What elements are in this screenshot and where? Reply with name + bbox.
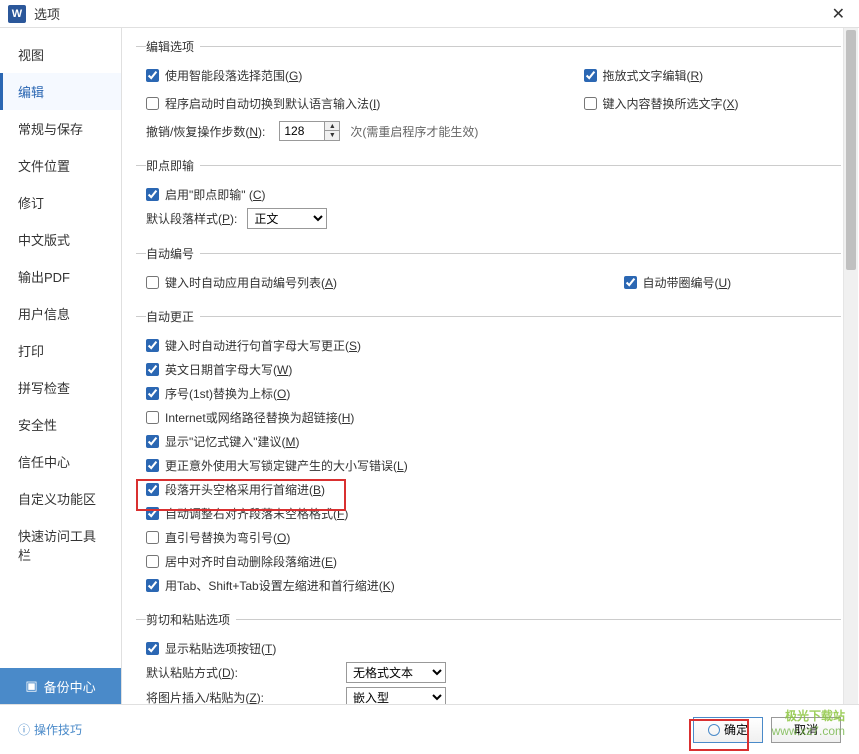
sidebar-item-print[interactable]: 打印	[0, 332, 121, 369]
default-style-select[interactable]: 正文	[247, 208, 327, 229]
checkbox-indent-empty[interactable]: 段落开头空格采用行首缩进(B)	[146, 481, 325, 498]
sidebar-item-trust-center[interactable]: 信任中心	[0, 443, 121, 480]
app-icon: W	[8, 5, 26, 23]
checkbox-cap-day[interactable]: 英文日期首字母大写(W)	[146, 361, 292, 378]
checkbox-enable-click-type[interactable]: 启用"即点即输" (C)	[146, 186, 266, 203]
sidebar-item-user-info[interactable]: 用户信息	[0, 295, 121, 332]
section-auto-number: 自动编号 键入时自动应用自动编号列表(A) 自动带圈编号(U)	[136, 245, 841, 298]
sidebar-item-general-save[interactable]: 常规与保存	[0, 110, 121, 147]
undo-spinner[interactable]: ▲▼	[325, 121, 340, 141]
checkbox-capslock-fix[interactable]: 更正意外使用大写锁定键产生的大小写错误(L)	[146, 457, 408, 474]
checkbox-auto-ime[interactable]: 程序启动时自动切换到默认语言输入法(I)	[146, 95, 380, 112]
sidebar-item-customize-ribbon[interactable]: 自定义功能区	[0, 480, 121, 517]
sidebar: 视图 编辑 常规与保存 文件位置 修订 中文版式 输出PDF 用户信息 打印 拼…	[0, 28, 122, 704]
insert-picture-select[interactable]: 嵌入型	[346, 687, 446, 704]
legend-click-type: 即点即输	[146, 157, 200, 174]
default-paste-label: 默认粘贴方式(D):	[146, 664, 270, 681]
checkbox-center-del-indent[interactable]: 居中对齐时自动删除段落缩进(E)	[146, 553, 337, 570]
tips-label: 操作技巧	[34, 721, 82, 738]
checkbox-smart-quotes[interactable]: 直引号替换为弯引号(O)	[146, 529, 290, 546]
checkbox-cap-first[interactable]: 键入时自动进行句首字母大写更正(S)	[146, 337, 361, 354]
undo-steps-input[interactable]	[279, 121, 325, 141]
checkbox-memory-input[interactable]: 显示"记忆式键入"建议(M)	[146, 433, 300, 450]
checkbox-drag-edit[interactable]: 拖放式文字编辑(R)	[584, 67, 704, 84]
scrollbar[interactable]	[843, 28, 858, 704]
backup-center-button[interactable]: ▣ 备份中心	[0, 668, 121, 704]
tips-link[interactable]: ⓘ 操作技巧	[18, 721, 82, 738]
ok-button[interactable]: 确定	[693, 717, 763, 743]
sidebar-item-revision[interactable]: 修订	[0, 184, 121, 221]
titlebar: W 选项 ✕	[0, 0, 859, 28]
sidebar-item-file-location[interactable]: 文件位置	[0, 147, 121, 184]
close-icon[interactable]: ✕	[826, 4, 851, 24]
section-click-type: 即点即输 启用"即点即输" (C) 默认段落样式(P): 正文	[136, 157, 841, 235]
section-edit-options: 编辑选项 使用智能段落选择范围(G) 拖放式文字编辑(R) 程序启动时自动切换到…	[136, 38, 841, 147]
insert-picture-label: 将图片插入/粘贴为(Z):	[146, 689, 270, 704]
checkbox-ordinal[interactable]: 序号(1st)替换为上标(O)	[146, 385, 290, 402]
default-paste-select[interactable]: 无格式文本	[346, 662, 446, 683]
window-title: 选项	[34, 4, 826, 23]
sidebar-item-edit[interactable]: 编辑	[0, 73, 121, 110]
legend-auto-number: 自动编号	[146, 245, 200, 262]
scrollbar-thumb[interactable]	[846, 30, 856, 270]
legend-auto-correct: 自动更正	[146, 308, 200, 325]
ok-icon	[708, 724, 720, 736]
section-auto-correct: 自动更正 键入时自动进行句首字母大写更正(S) 英文日期首字母大写(W) 序号(…	[136, 308, 841, 601]
undo-steps-label: 撤销/恢复操作步数(N):	[146, 123, 265, 140]
checkbox-replace-selection[interactable]: 键入内容替换所选文字(X)	[584, 95, 739, 112]
sidebar-item-quick-access[interactable]: 快速访问工具栏	[0, 517, 121, 573]
cancel-button[interactable]: 取消	[771, 717, 841, 743]
checkbox-circle-number[interactable]: 自动带圈编号(U)	[624, 274, 732, 291]
checkbox-align-space[interactable]: 自动调整右对齐段落末空格格式(F)	[146, 505, 348, 522]
content-panel: 编辑选项 使用智能段落选择范围(G) 拖放式文字编辑(R) 程序启动时自动切换到…	[122, 28, 859, 704]
checkbox-auto-number-list[interactable]: 键入时自动应用自动编号列表(A)	[146, 274, 337, 291]
backup-icon: ▣	[25, 678, 37, 694]
tips-icon: ⓘ	[18, 721, 30, 738]
backup-label: 备份中心	[44, 677, 96, 696]
sidebar-item-spellcheck[interactable]: 拼写检查	[0, 369, 121, 406]
checkbox-smart-select[interactable]: 使用智能段落选择范围(G)	[146, 67, 302, 84]
legend-cut-paste: 剪切和粘贴选项	[146, 611, 236, 628]
checkbox-show-paste-options[interactable]: 显示粘贴选项按钮(T)	[146, 640, 276, 657]
sidebar-item-view[interactable]: 视图	[0, 36, 121, 73]
checkbox-tab-indent[interactable]: 用Tab、Shift+Tab设置左缩进和首行缩进(K)	[146, 577, 395, 594]
section-cut-paste: 剪切和粘贴选项 显示粘贴选项按钮(T) 默认粘贴方式(D): 无格式文本 将图片…	[136, 611, 841, 704]
undo-hint: 次(需重启程序才能生效)	[350, 123, 478, 140]
sidebar-item-security[interactable]: 安全性	[0, 406, 121, 443]
sidebar-item-output-pdf[interactable]: 输出PDF	[0, 258, 121, 295]
legend-edit-options: 编辑选项	[146, 38, 200, 55]
checkbox-hyperlink[interactable]: Internet或网络路径替换为超链接(H)	[146, 409, 354, 426]
sidebar-item-chinese-layout[interactable]: 中文版式	[0, 221, 121, 258]
default-style-label: 默认段落样式(P):	[146, 210, 237, 227]
footer: ⓘ 操作技巧 确定 取消	[0, 704, 859, 754]
